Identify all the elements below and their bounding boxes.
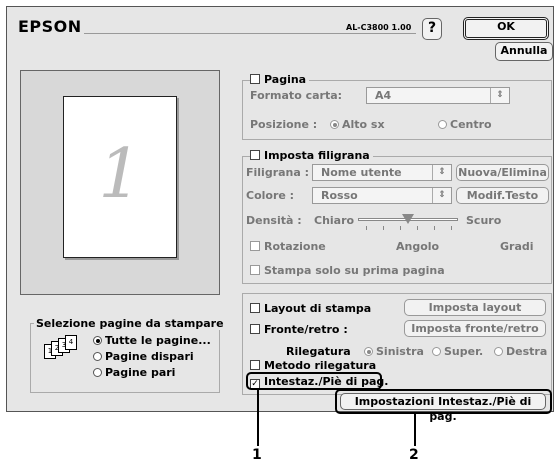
print-layout-label: Layout di stampa bbox=[264, 302, 372, 315]
duplex-button[interactable]: Imposta fronte/retro bbox=[404, 320, 546, 337]
radio-dot[interactable] bbox=[93, 368, 102, 377]
angle-label: Angolo bbox=[396, 240, 440, 253]
callout-box-1 bbox=[246, 372, 382, 390]
first-page-only-checkbox[interactable] bbox=[250, 265, 260, 275]
radio-odd-pages[interactable]: Pagine dispari bbox=[93, 350, 194, 363]
radio-label: Super. bbox=[444, 345, 484, 358]
page-icon-digit: 4 bbox=[65, 335, 77, 350]
cancel-button[interactable]: Annulla bbox=[495, 42, 553, 61]
modify-text-button[interactable]: Modif.Testo bbox=[456, 187, 549, 204]
radio-label: Centro bbox=[450, 118, 492, 131]
page-selection-title: Selezione pagine da stampare bbox=[34, 317, 226, 330]
duplex-row[interactable]: Fronte/retro : bbox=[250, 323, 348, 336]
page-preview: 1 bbox=[63, 96, 177, 258]
pagina-title: Pagina bbox=[264, 73, 307, 86]
slider-tick bbox=[383, 226, 384, 230]
rotation-row[interactable]: Rotazione bbox=[250, 240, 326, 253]
paper-size-select[interactable]: A4 ⇕ bbox=[366, 87, 510, 104]
slider-tick bbox=[451, 226, 452, 230]
binding-left-radio[interactable]: Sinistra bbox=[364, 345, 424, 358]
ok-button[interactable]: OK bbox=[463, 17, 549, 40]
radio-dot[interactable] bbox=[93, 336, 102, 345]
slider-tick bbox=[400, 226, 401, 230]
callout-box-2 bbox=[335, 389, 552, 414]
radio-dot[interactable] bbox=[494, 347, 503, 356]
radio-all-pages[interactable]: Tutte le pagine... bbox=[93, 334, 211, 347]
binding-method-checkbox[interactable] bbox=[250, 360, 260, 370]
slider-tick bbox=[434, 226, 435, 230]
radio-label: Alto sx bbox=[342, 118, 385, 131]
callout-number-1: 1 bbox=[252, 447, 262, 463]
preview-frame: 1 bbox=[20, 70, 220, 295]
radio-label: Sinistra bbox=[376, 345, 424, 358]
binding-method-label: Metodo rilegatura bbox=[264, 359, 377, 372]
first-page-only-row[interactable]: Stampa solo su prima pagina bbox=[250, 264, 445, 277]
callout-leader-1 bbox=[257, 390, 259, 446]
print-layout-checkbox[interactable] bbox=[250, 303, 260, 313]
duplex-label: Fronte/retro : bbox=[264, 323, 348, 336]
color-label: Colore : bbox=[246, 189, 295, 202]
radio-dot[interactable] bbox=[432, 347, 441, 356]
position-center-radio[interactable]: Centro bbox=[438, 118, 492, 131]
density-slider[interactable] bbox=[358, 213, 458, 231]
color-value: Rosso bbox=[321, 189, 358, 202]
slider-thumb[interactable] bbox=[402, 214, 414, 224]
radio-dot[interactable] bbox=[93, 352, 102, 361]
select-arrows-icon: ⇕ bbox=[432, 188, 451, 203]
watermark-select[interactable]: Nome utente ⇕ bbox=[312, 164, 452, 181]
color-select[interactable]: Rosso ⇕ bbox=[312, 187, 452, 204]
model-version: AL-C3800 1.00 bbox=[346, 23, 412, 32]
watermark-checkbox[interactable] bbox=[250, 150, 260, 160]
select-arrows-icon: ⇕ bbox=[490, 88, 509, 103]
binding-label: Rilegatura bbox=[286, 345, 351, 358]
radio-dot[interactable] bbox=[330, 120, 339, 129]
watermark-label: Filigrana : bbox=[246, 166, 310, 179]
pagina-checkbox[interactable] bbox=[250, 74, 260, 84]
help-button[interactable]: ? bbox=[422, 18, 442, 40]
brand-logo: EPSON bbox=[18, 17, 82, 36]
slider-tick bbox=[366, 226, 367, 230]
watermark-title-row[interactable]: Imposta filigrana bbox=[250, 149, 373, 162]
radio-dot[interactable] bbox=[438, 120, 447, 129]
pagina-title-row[interactable]: Pagina bbox=[250, 73, 310, 86]
density-low-label: Chiaro bbox=[314, 214, 355, 227]
degrees-label: Gradi bbox=[500, 240, 534, 253]
print-layout-button[interactable]: Imposta layout bbox=[404, 299, 546, 316]
binding-right-radio[interactable]: Destra bbox=[494, 345, 547, 358]
preview-page-number: 1 bbox=[98, 135, 142, 214]
header-divider bbox=[84, 33, 416, 34]
watermark-title: Imposta filigrana bbox=[264, 149, 370, 162]
first-page-only-label: Stampa solo su prima pagina bbox=[264, 264, 445, 277]
callout-number-2: 2 bbox=[409, 447, 419, 463]
paper-size-label: Formato carta: bbox=[250, 89, 343, 102]
rotation-checkbox[interactable] bbox=[250, 241, 260, 251]
radio-label: Pagine pari bbox=[105, 366, 176, 379]
density-high-label: Scuro bbox=[466, 214, 502, 227]
radio-label: Pagine dispari bbox=[105, 350, 194, 363]
select-arrows-icon: ⇕ bbox=[432, 165, 451, 180]
binding-method-row[interactable]: Metodo rilegatura bbox=[250, 359, 376, 372]
radio-label: Destra bbox=[506, 345, 548, 358]
radio-even-pages[interactable]: Pagine pari bbox=[93, 366, 175, 379]
position-label: Posizione : bbox=[250, 118, 318, 131]
binding-top-radio[interactable]: Super. bbox=[432, 345, 483, 358]
pages-stack-icon: 1 2 3 4 bbox=[44, 335, 82, 362]
new-delete-button[interactable]: Nuova/Elimina bbox=[456, 164, 549, 181]
position-top-left-radio[interactable]: Alto sx bbox=[330, 118, 385, 131]
print-layout-row[interactable]: Layout di stampa bbox=[250, 302, 371, 315]
callout-leader-2 bbox=[414, 414, 416, 446]
watermark-value: Nome utente bbox=[321, 166, 402, 179]
density-label: Densità : bbox=[246, 214, 302, 227]
slider-tick bbox=[417, 226, 418, 230]
radio-label: Tutte le pagine... bbox=[105, 334, 211, 347]
duplex-checkbox[interactable] bbox=[250, 324, 260, 334]
radio-dot[interactable] bbox=[364, 347, 373, 356]
rotation-label: Rotazione bbox=[264, 240, 326, 253]
paper-size-value: A4 bbox=[375, 89, 392, 102]
